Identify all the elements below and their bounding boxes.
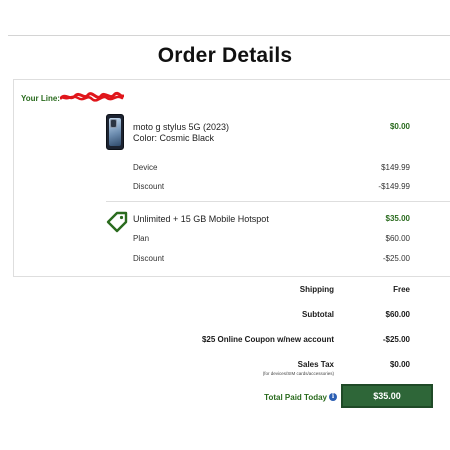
plan-name: Unlimited + 15 GB Mobile Hotspot (133, 214, 269, 224)
shipping-value: Free (393, 285, 410, 294)
info-icon[interactable]: i (329, 393, 337, 401)
your-line-label: Your Line: (21, 94, 60, 103)
device-row-value: $149.99 (381, 163, 410, 172)
price-tag-icon (106, 211, 128, 233)
sales-tax-label: Sales Tax (297, 360, 334, 369)
total-paid-value: $35.00 (341, 384, 433, 408)
plan-discount-label: Discount (133, 254, 165, 263)
shipping-label: Shipping (299, 285, 334, 294)
plan-price: $35.00 (385, 214, 410, 223)
sales-tax-note: (for devices/SIM cards/accessories) (262, 371, 334, 376)
device-color: Color: Cosmic Black (133, 133, 215, 143)
redaction-scribble (60, 91, 124, 102)
top-divider (8, 35, 450, 36)
subtotal-label: Subtotal (302, 310, 334, 319)
device-row-label: Device (133, 163, 158, 172)
plan-row-value: $60.00 (385, 234, 410, 243)
subtotal-value: $60.00 (385, 310, 410, 319)
total-paid-label: Total Paid Today (264, 393, 327, 402)
coupon-label: $25 Online Coupon w/new account (201, 335, 334, 344)
phone-image (106, 114, 124, 150)
sales-tax-value: $0.00 (389, 360, 410, 369)
plan-row-label: Plan (133, 234, 150, 243)
device-discount-label: Discount (133, 182, 165, 191)
page-title: Order Details (157, 44, 293, 67)
order-card (13, 79, 450, 277)
device-price: $0.00 (389, 122, 410, 131)
plan-discount-value: -$25.00 (382, 254, 410, 263)
item-divider (106, 201, 450, 202)
coupon-value: -$25.00 (382, 335, 410, 344)
device-discount-value: -$149.99 (378, 182, 410, 191)
device-name: moto g stylus 5G (2023) (133, 122, 230, 132)
